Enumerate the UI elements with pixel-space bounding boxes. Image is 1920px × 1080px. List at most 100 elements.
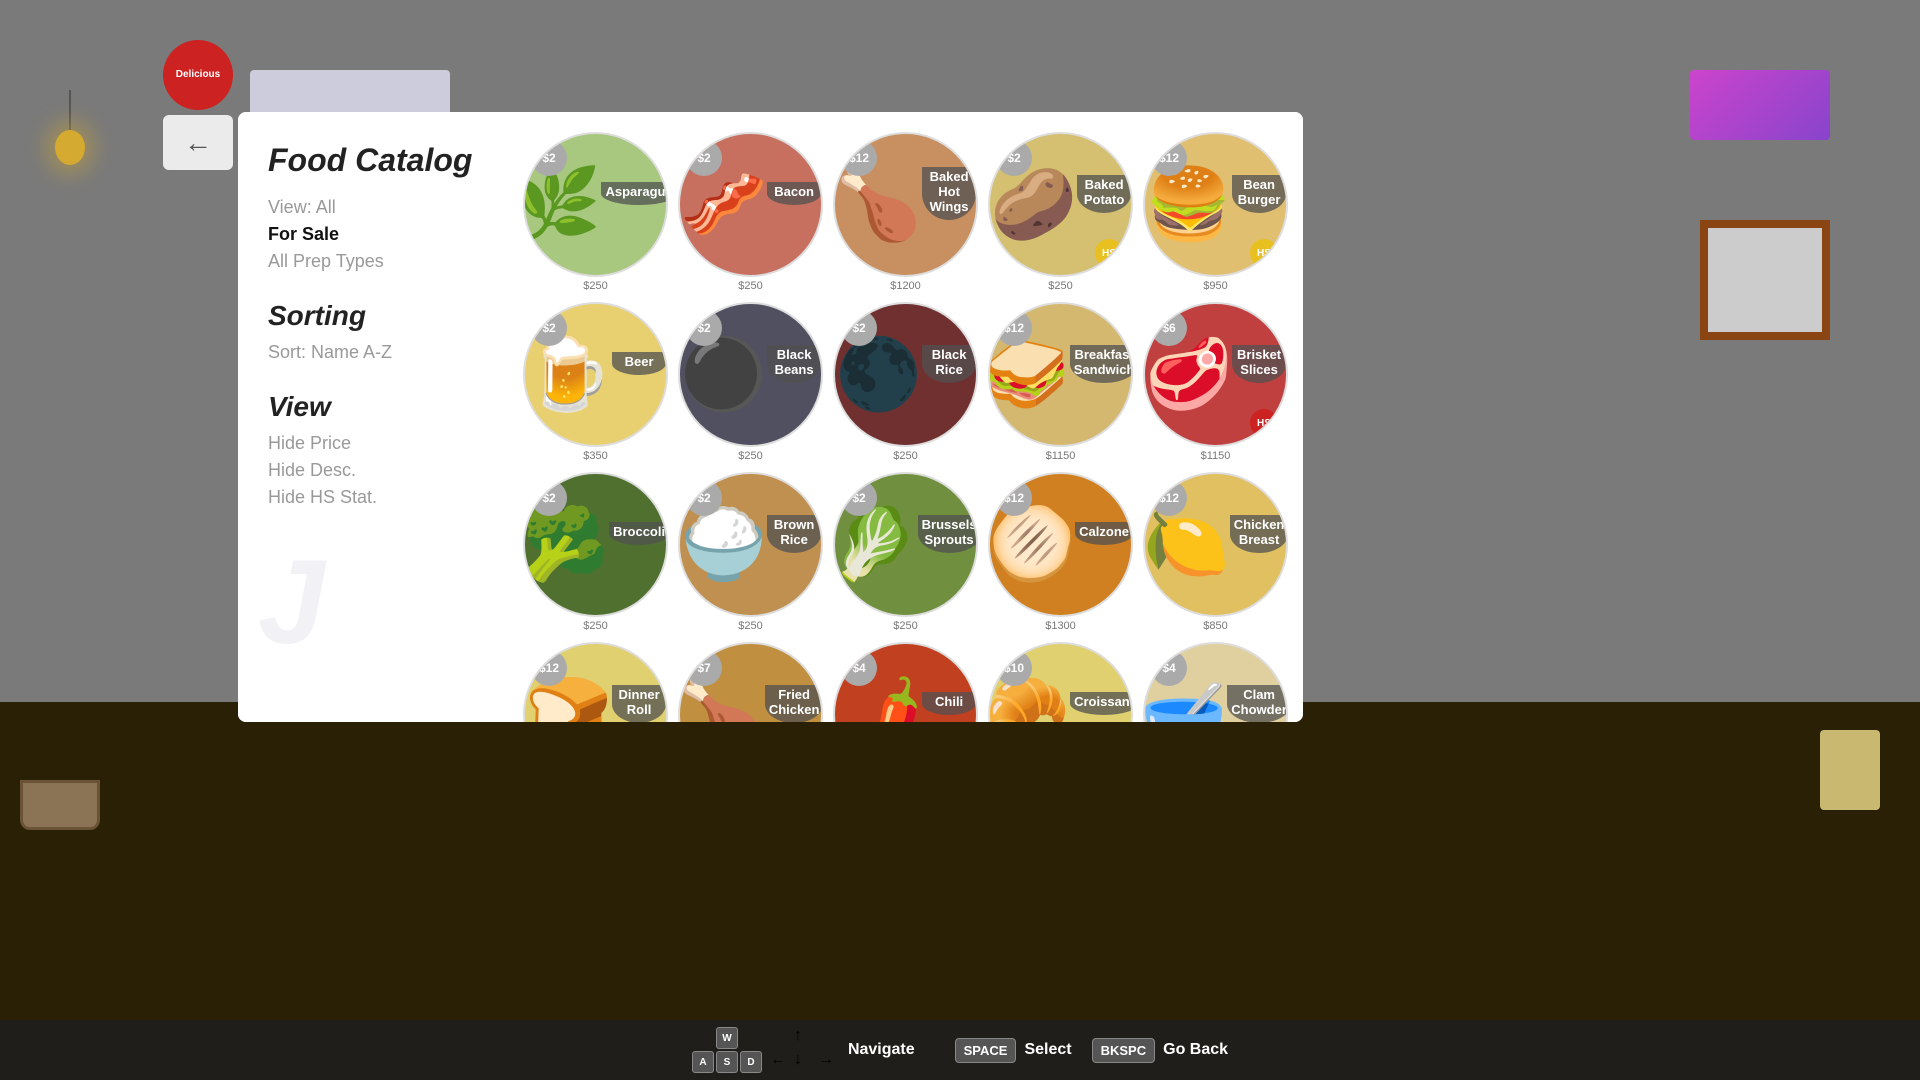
food-name: Clam Chowder <box>1227 685 1288 723</box>
food-item-chili[interactable]: $4 🌶️ HS Chili $??? <box>833 642 978 722</box>
hide-hs-option[interactable]: Hide HS Stat. <box>268 487 473 508</box>
food-name: Chicken Breast <box>1230 515 1288 553</box>
price-badge: $2 <box>686 310 722 346</box>
hs-badge: HS <box>1250 239 1278 267</box>
food-item-croissant[interactable]: $10 🥐 HS Croissant $??? <box>988 642 1133 722</box>
catalog-grid: $2 🌿 Asparagus $250 $2 🥓 Bacon $250 $12 … <box>523 132 1283 722</box>
food-item-calzone[interactable]: $12 🫓 Calzone $1300 <box>988 472 1133 632</box>
food-item-breakfast-sandwich[interactable]: $12 🥪 Breakfast Sandwich $1150 <box>988 302 1133 462</box>
food-item-brown-rice[interactable]: $2 🍚 Brown Rice $250 <box>678 472 823 632</box>
food-item-black-beans[interactable]: $2 ⚫ Black Beans $250 <box>678 302 823 462</box>
food-item-brussels-sprouts[interactable]: $2 🥬 Brussels Sprouts $250 <box>833 472 978 632</box>
wasd-keys: W A S D <box>692 1027 762 1073</box>
food-name: Fried Chicken <box>765 685 823 723</box>
food-subprice: $250 <box>738 620 762 632</box>
hide-price-option[interactable]: Hide Price <box>268 433 473 454</box>
food-subprice: $250 <box>583 620 607 632</box>
key-empty-1 <box>692 1027 714 1049</box>
food-circle: $4 🥣 HS Clam Chowder <box>1143 642 1288 722</box>
food-item-broccoli[interactable]: $2 🥦 Broccoli $250 <box>523 472 668 632</box>
bkspc-key: BKSPC <box>1092 1038 1156 1063</box>
food-name: Bean Burger <box>1232 175 1286 213</box>
price-badge: $12 <box>1151 480 1187 516</box>
hs-badge: HS <box>1095 239 1123 267</box>
price-badge: $2 <box>841 480 877 516</box>
food-circle: $12 🫓 Calzone <box>988 472 1133 617</box>
food-circle: $2 🥓 Bacon <box>678 132 823 277</box>
sort-option[interactable]: Sort: Name A-Z <box>268 342 473 363</box>
food-name: Baked Potato <box>1077 175 1131 213</box>
logo-text: Delicious <box>176 69 220 81</box>
food-item-beer[interactable]: $2 🍺 Beer $350 <box>523 302 668 462</box>
food-circle: $12 🍔 HS Bean Burger <box>1143 132 1288 277</box>
food-circle: $12 🍗 Baked Hot Wings <box>833 132 978 277</box>
price-badge: $2 <box>686 140 722 176</box>
all-prep-option[interactable]: All Prep Types <box>268 251 473 272</box>
arrow-empty-1 <box>770 1027 792 1049</box>
key-d: D <box>740 1051 762 1073</box>
food-item-clam-chowder[interactable]: $4 🥣 HS Clam Chowder $??? <box>1143 642 1288 722</box>
food-item-bean-burger[interactable]: $12 🍔 HS Bean Burger $950 <box>1143 132 1288 292</box>
food-subprice: $250 <box>583 280 607 292</box>
app-logo: Delicious <box>163 40 233 110</box>
lamp-decoration <box>55 90 85 170</box>
food-name: Asparagus <box>601 182 668 205</box>
view-title: View <box>268 391 473 423</box>
food-circle: $4 🌶️ HS Chili <box>833 642 978 722</box>
food-item-bacon[interactable]: $2 🥓 Bacon $250 <box>678 132 823 292</box>
food-name: Bacon <box>767 182 821 205</box>
food-name: Black Beans <box>767 345 821 383</box>
hide-desc-option[interactable]: Hide Desc. <box>268 460 473 481</box>
food-item-dinner-roll[interactable]: $12 🍞 HS Dinner Roll $??? <box>523 642 668 722</box>
food-circle: $2 🍚 Brown Rice <box>678 472 823 617</box>
arrow-left: ← <box>770 1051 792 1073</box>
food-item-asparagus[interactable]: $2 🌿 Asparagus $250 <box>523 132 668 292</box>
food-item-fried-chicken[interactable]: $7 🍗 HS Fried Chicken $??? <box>678 642 823 722</box>
food-item-baked-hot-wings[interactable]: $12 🍗 Baked Hot Wings $1200 <box>833 132 978 292</box>
food-subprice: $1150 <box>1046 450 1076 462</box>
panel-title: Food Catalog <box>268 142 473 179</box>
price-badge: $12 <box>996 310 1032 346</box>
key-empty-2 <box>740 1027 762 1049</box>
food-item-black-rice[interactable]: $2 🌑 Black Rice $250 <box>833 302 978 462</box>
view-all-option[interactable]: View: All <box>268 197 473 218</box>
key-w: W <box>716 1027 738 1049</box>
back-label: Go Back <box>1163 1041 1228 1059</box>
for-sale-option[interactable]: For Sale <box>268 224 473 245</box>
navigate-label: Navigate <box>848 1041 915 1059</box>
food-item-brisket-slices[interactable]: $6 🥩 HS Brisket Slices $1150 <box>1143 302 1288 462</box>
back-key-group: BKSPC Go Back <box>1092 1038 1228 1063</box>
key-s: S <box>716 1051 738 1073</box>
top-right-board <box>1690 70 1830 140</box>
back-arrow-icon: ← <box>184 127 212 159</box>
back-button[interactable]: ← <box>163 115 233 170</box>
food-name: Brown Rice <box>767 515 821 553</box>
price-badge: $10 <box>996 650 1032 686</box>
food-circle: $2 🥦 Broccoli <box>523 472 668 617</box>
food-name: Calzone <box>1075 522 1133 545</box>
price-badge: $12 <box>531 650 567 686</box>
food-name: Chili <box>922 692 976 715</box>
food-subprice: $1200 <box>890 280 921 292</box>
space-key: SPACE <box>955 1038 1017 1063</box>
price-badge: $12 <box>841 140 877 176</box>
price-badge: $12 <box>1151 140 1187 176</box>
food-circle: $7 🍗 HS Fried Chicken <box>678 642 823 722</box>
food-subprice: $1300 <box>1045 620 1076 632</box>
food-circle: $12 🥪 Breakfast Sandwich <box>988 302 1133 447</box>
food-subprice: $250 <box>738 450 762 462</box>
nav-bar: W A S D ↑ ← ↓ → Navigate SPACE Select BK… <box>0 1020 1920 1080</box>
food-item-chicken-breast[interactable]: $12 🍋 Chicken Breast $850 <box>1143 472 1288 632</box>
food-circle: $12 🍞 HS Dinner Roll <box>523 642 668 722</box>
food-subprice: $250 <box>893 620 917 632</box>
food-subprice: $850 <box>1203 620 1227 632</box>
picture-frame <box>1700 220 1830 340</box>
arrow-empty-2 <box>818 1027 840 1049</box>
food-name: Croissant <box>1070 692 1133 715</box>
price-badge: $12 <box>996 480 1032 516</box>
food-circle: $2 🌑 Black Rice <box>833 302 978 447</box>
price-badge: $2 <box>996 140 1032 176</box>
catalog-panel[interactable]: $2 🌿 Asparagus $250 $2 🥓 Bacon $250 $12 … <box>503 112 1303 722</box>
basket-icon <box>20 780 100 830</box>
food-item-baked-potato[interactable]: $2 🥔 HS Baked Potato $250 <box>988 132 1133 292</box>
